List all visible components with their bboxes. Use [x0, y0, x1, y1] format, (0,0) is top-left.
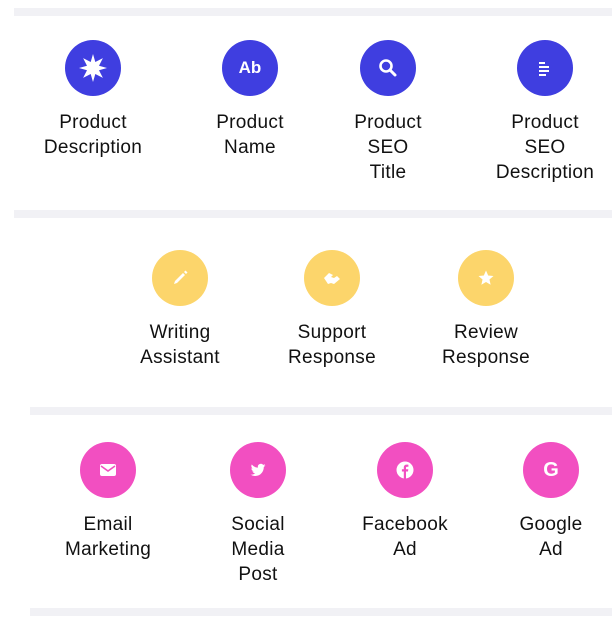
- tool-social-media-post[interactable]: Social Media Post: [193, 442, 323, 587]
- tool-label: Review Response: [442, 322, 530, 368]
- section-divider-bottom: [30, 608, 612, 616]
- ab-text-icon: Ab: [222, 40, 278, 96]
- tool-label: Email Marketing: [64, 514, 152, 560]
- facebook-icon: [377, 442, 433, 498]
- section-divider-2: [30, 407, 612, 415]
- envelope-icon: [80, 442, 136, 498]
- tool-label: Product Name: [216, 112, 284, 158]
- tool-label: Google Ad: [519, 514, 583, 560]
- tool-label: Writing Assistant: [140, 322, 220, 368]
- tool-product-name[interactable]: Ab Product Name: [185, 40, 315, 160]
- tool-label: Facebook Ad: [362, 514, 448, 560]
- section-divider-top: [14, 8, 612, 16]
- tool-product-seo-title[interactable]: Product SEO Title: [323, 40, 453, 185]
- tool-label: Product SEO Description: [495, 112, 595, 183]
- tool-writing-assistant[interactable]: Writing Assistant: [115, 250, 245, 370]
- section-divider-1: [14, 210, 612, 218]
- tool-review-response[interactable]: Review Response: [421, 250, 551, 370]
- google-icon: G: [523, 442, 579, 498]
- text-lines-icon: [517, 40, 573, 96]
- twitter-icon: [230, 442, 286, 498]
- tool-product-description[interactable]: Product Description: [28, 40, 158, 160]
- tool-label: Product Description: [43, 112, 143, 158]
- handshake-icon: [304, 250, 360, 306]
- starburst-icon: [65, 40, 121, 96]
- tool-email-marketing[interactable]: Email Marketing: [43, 442, 173, 562]
- tool-label: Support Response: [288, 322, 376, 368]
- tool-label: Product SEO Title: [354, 112, 422, 183]
- star-icon: [458, 250, 514, 306]
- ab-text-icon-glyph: Ab: [238, 58, 262, 77]
- tool-product-seo-description[interactable]: Product SEO Description: [480, 40, 610, 185]
- tool-support-response[interactable]: Support Response: [267, 250, 397, 370]
- pencil-icon: [152, 250, 208, 306]
- search-icon: [360, 40, 416, 96]
- tool-facebook-ad[interactable]: Facebook Ad: [340, 442, 470, 562]
- tool-google-ad[interactable]: G Google Ad: [486, 442, 612, 562]
- tool-label: Social Media Post: [231, 514, 285, 585]
- google-icon-glyph: G: [543, 458, 559, 481]
